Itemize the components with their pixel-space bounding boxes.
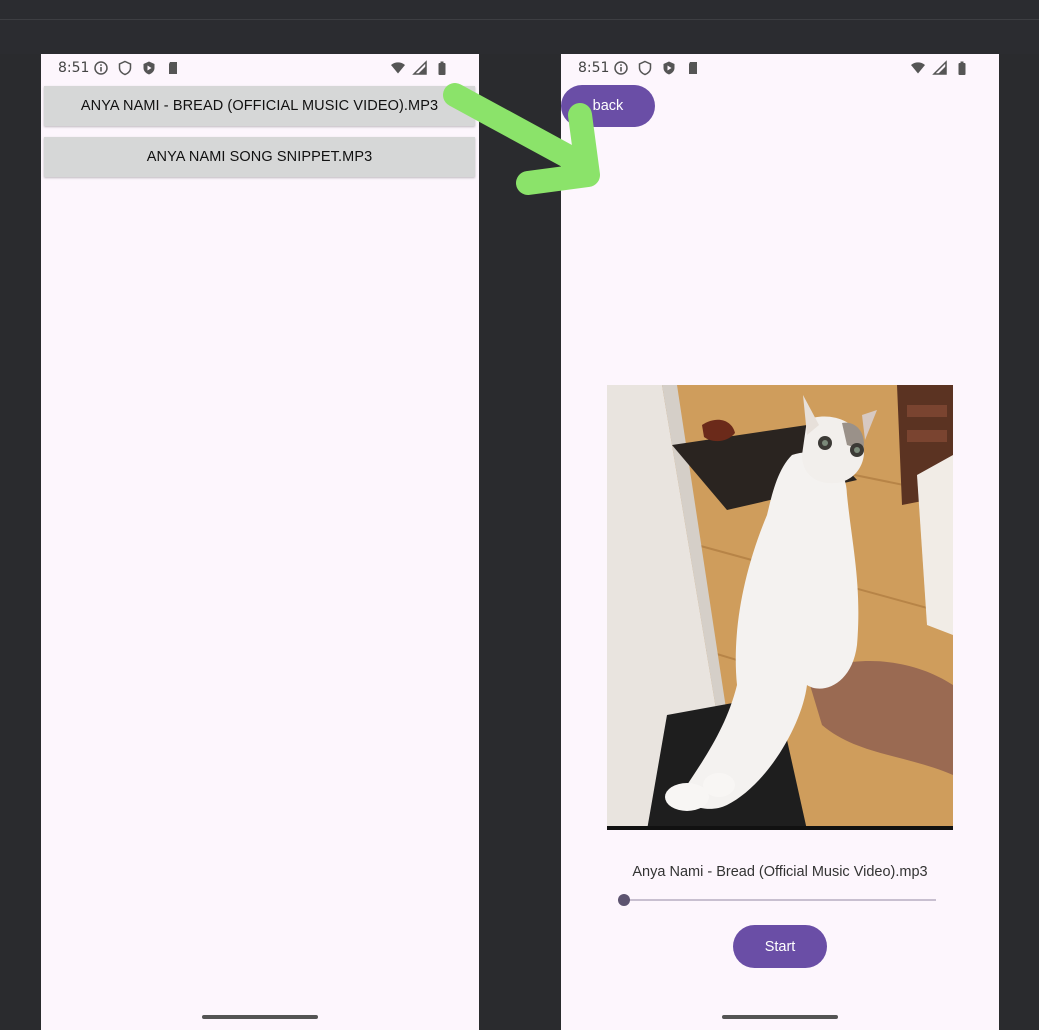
wifi-icon bbox=[391, 62, 405, 74]
ide-toolbar bbox=[0, 0, 1039, 54]
play-protect-icon bbox=[143, 61, 155, 75]
player-screen: 8:51 back Anya Nami - Bread (Official Mu… bbox=[561, 54, 999, 1030]
track-title: Anya Nami - Bread (Official Music Video)… bbox=[632, 864, 928, 880]
gesture-nav-handle[interactable] bbox=[722, 1015, 838, 1019]
seek-thumb[interactable] bbox=[618, 894, 630, 906]
gesture-nav-handle[interactable] bbox=[202, 1015, 318, 1019]
song-list-screen: 8:51 ANYA NAMI - BREAD (OFFICIAL MUSIC V… bbox=[41, 54, 479, 1030]
seek-bar[interactable] bbox=[618, 892, 936, 908]
info-icon bbox=[614, 61, 628, 75]
album-art-image bbox=[607, 385, 953, 830]
wifi-icon bbox=[911, 62, 925, 74]
shield-icon bbox=[118, 60, 132, 76]
green-arrow-annotation bbox=[443, 83, 600, 195]
shield-icon bbox=[638, 60, 652, 76]
sd-card-icon bbox=[169, 62, 177, 74]
play-protect-icon bbox=[663, 61, 675, 75]
battery-icon bbox=[438, 61, 446, 75]
sd-card-icon bbox=[689, 62, 697, 74]
status-bar: 8:51 bbox=[561, 54, 999, 82]
status-time: 8:51 bbox=[578, 60, 610, 76]
status-bar: 8:51 bbox=[41, 54, 479, 82]
battery-icon bbox=[958, 61, 966, 75]
cell-signal-icon bbox=[412, 60, 427, 75]
status-time: 8:51 bbox=[58, 60, 90, 76]
cell-signal-icon bbox=[932, 60, 947, 75]
start-button[interactable]: Start bbox=[733, 925, 827, 968]
seek-track[interactable] bbox=[624, 899, 936, 901]
song-item-bread[interactable]: ANYA NAMI - BREAD (OFFICIAL MUSIC VIDEO)… bbox=[44, 86, 475, 126]
song-item-snippet[interactable]: ANYA NAMI SONG SNIPPET.MP3 bbox=[44, 137, 475, 177]
info-icon bbox=[94, 61, 108, 75]
